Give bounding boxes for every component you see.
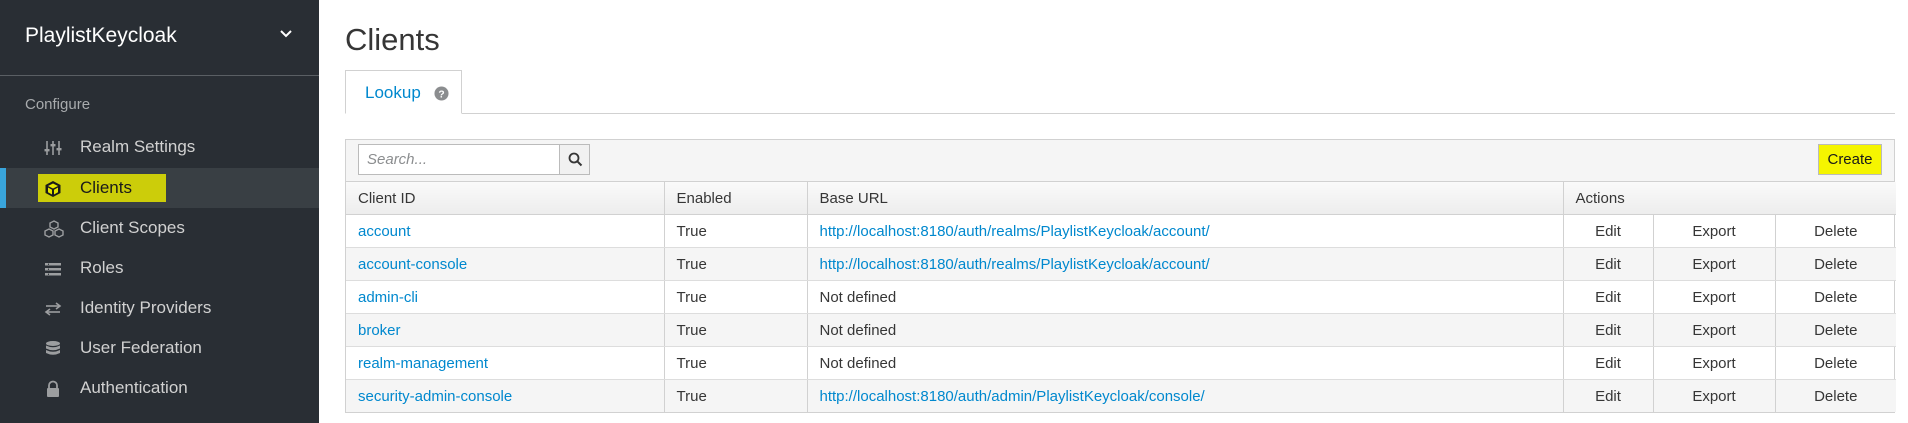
main-content: Clients Lookup ? Create — [319, 0, 1908, 423]
search-icon — [568, 152, 583, 167]
edit-button[interactable]: Edit — [1563, 379, 1654, 412]
table-row: account-console True http://localhost:81… — [346, 247, 1897, 281]
client-link[interactable]: realm-management — [358, 355, 488, 372]
base-url-cell: http://localhost:8180/auth/realms/Playli… — [807, 214, 1564, 248]
export-button[interactable]: Export — [1653, 280, 1776, 314]
clients-table-panel: Create Client ID Enabled Base URL Action… — [345, 139, 1897, 413]
client-id-cell: security-admin-console — [346, 379, 665, 412]
column-header-actions: Actions — [1563, 182, 1897, 215]
sidebar-item-label: Identity Providers — [80, 298, 212, 317]
help-icon[interactable]: ? — [434, 86, 449, 101]
tabs-divider — [345, 113, 1895, 114]
sidebar-item-authentication[interactable]: Authentication — [0, 368, 319, 408]
sidebar-item-label: User Federation — [80, 338, 202, 357]
enabled-cell: True — [664, 313, 808, 347]
table-row: broker True Not defined Edit Export Dele… — [346, 313, 1897, 347]
delete-button[interactable]: Delete — [1775, 346, 1897, 380]
clients-table: Client ID Enabled Base URL Actions accou… — [346, 182, 1897, 412]
edit-button[interactable]: Edit — [1563, 214, 1654, 248]
client-link[interactable]: security-admin-console — [358, 388, 512, 405]
sidebar: PlaylistKeycloak Configure Realm Setting… — [0, 0, 319, 423]
edit-button[interactable]: Edit — [1563, 313, 1654, 347]
delete-button[interactable]: Delete — [1775, 214, 1897, 248]
tab-lookup[interactable]: Lookup ? — [345, 70, 462, 114]
base-url-link[interactable]: http://localhost:8180/auth/realms/Playli… — [820, 223, 1210, 240]
column-header-enabled[interactable]: Enabled — [664, 182, 808, 215]
sidebar-item-clients[interactable]: Clients — [0, 168, 319, 208]
column-header-base-url[interactable]: Base URL — [807, 182, 1564, 215]
client-id-cell: account — [346, 214, 665, 248]
export-button[interactable]: Export — [1653, 313, 1776, 347]
base-url-link[interactable]: http://localhost:8180/auth/realms/Playli… — [820, 256, 1210, 273]
table-toolbar: Create — [346, 140, 1894, 182]
enabled-cell: True — [664, 379, 808, 412]
delete-button[interactable]: Delete — [1775, 280, 1897, 314]
export-button[interactable]: Export — [1653, 346, 1776, 380]
delete-button[interactable]: Delete — [1775, 379, 1897, 412]
sidebar-item-label: Client Scopes — [80, 218, 185, 237]
delete-button[interactable]: Delete — [1775, 247, 1897, 281]
delete-button[interactable]: Delete — [1775, 313, 1897, 347]
nav-section-configure: Configure — [25, 96, 91, 113]
search-button[interactable] — [559, 144, 590, 175]
export-button[interactable]: Export — [1653, 379, 1776, 412]
realm-name: PlaylistKeycloak — [25, 24, 177, 47]
enabled-cell: True — [664, 247, 808, 281]
svg-text:?: ? — [438, 89, 444, 100]
sliders-icon — [44, 141, 62, 155]
base-url-cell: Not defined — [807, 313, 1564, 347]
page-title: Clients — [345, 22, 440, 57]
sidebar-item-client-scopes[interactable]: Client Scopes — [0, 208, 319, 248]
edit-button[interactable]: Edit — [1563, 280, 1654, 314]
column-header-client-id[interactable]: Client ID — [346, 182, 665, 215]
sidebar-item-label: Authentication — [80, 378, 188, 397]
lock-icon — [47, 380, 59, 397]
enabled-cell: True — [664, 346, 808, 380]
table-row: admin-cli True Not defined Edit Export D… — [346, 280, 1897, 314]
chevron-down-icon — [280, 30, 292, 38]
tab-label: Lookup — [365, 83, 421, 102]
base-url-cell: http://localhost:8180/auth/admin/Playlis… — [807, 379, 1564, 412]
sidebar-item-user-federation[interactable]: User Federation — [0, 328, 319, 368]
export-button[interactable]: Export — [1653, 247, 1776, 281]
sidebar-item-label: Realm Settings — [80, 137, 196, 156]
table-row: security-admin-console True http://local… — [346, 379, 1897, 412]
table-row: realm-management True Not defined Edit E… — [346, 346, 1897, 380]
client-id-cell: account-console — [346, 247, 665, 281]
client-link[interactable]: account-console — [358, 256, 467, 273]
cube-icon — [45, 181, 61, 197]
base-url-cell: Not defined — [807, 346, 1564, 380]
cubes-icon — [44, 220, 64, 238]
search-input[interactable] — [358, 144, 560, 175]
client-id-cell: broker — [346, 313, 665, 347]
base-url-cell: Not defined — [807, 280, 1564, 314]
client-id-cell: realm-management — [346, 346, 665, 380]
edit-button[interactable]: Edit — [1563, 346, 1654, 380]
database-icon — [46, 341, 60, 355]
client-link[interactable]: broker — [358, 322, 401, 339]
base-url-cell: http://localhost:8180/auth/realms/Playli… — [807, 247, 1564, 281]
realm-selector[interactable]: PlaylistKeycloak — [0, 0, 319, 76]
client-link[interactable]: admin-cli — [358, 289, 418, 306]
export-button[interactable]: Export — [1653, 214, 1776, 248]
enabled-cell: True — [664, 280, 808, 314]
table-header-row: Client ID Enabled Base URL Actions — [346, 182, 1897, 215]
sidebar-item-realm-settings[interactable]: Realm Settings — [0, 127, 319, 167]
enabled-cell: True — [664, 214, 808, 248]
table-row: account True http://localhost:8180/auth/… — [346, 214, 1897, 248]
list-icon — [45, 263, 61, 276]
create-button[interactable]: Create — [1818, 144, 1882, 175]
sidebar-item-label: Clients — [80, 178, 132, 197]
sidebar-item-roles[interactable]: Roles — [0, 248, 319, 288]
sidebar-item-identity-providers[interactable]: Identity Providers — [0, 288, 319, 328]
client-link[interactable]: account — [358, 223, 411, 240]
sidebar-item-label: Roles — [80, 258, 124, 277]
client-id-cell: admin-cli — [346, 280, 665, 314]
exchange-icon — [44, 302, 62, 316]
edit-button[interactable]: Edit — [1563, 247, 1654, 281]
base-url-link[interactable]: http://localhost:8180/auth/admin/Playlis… — [820, 388, 1205, 405]
